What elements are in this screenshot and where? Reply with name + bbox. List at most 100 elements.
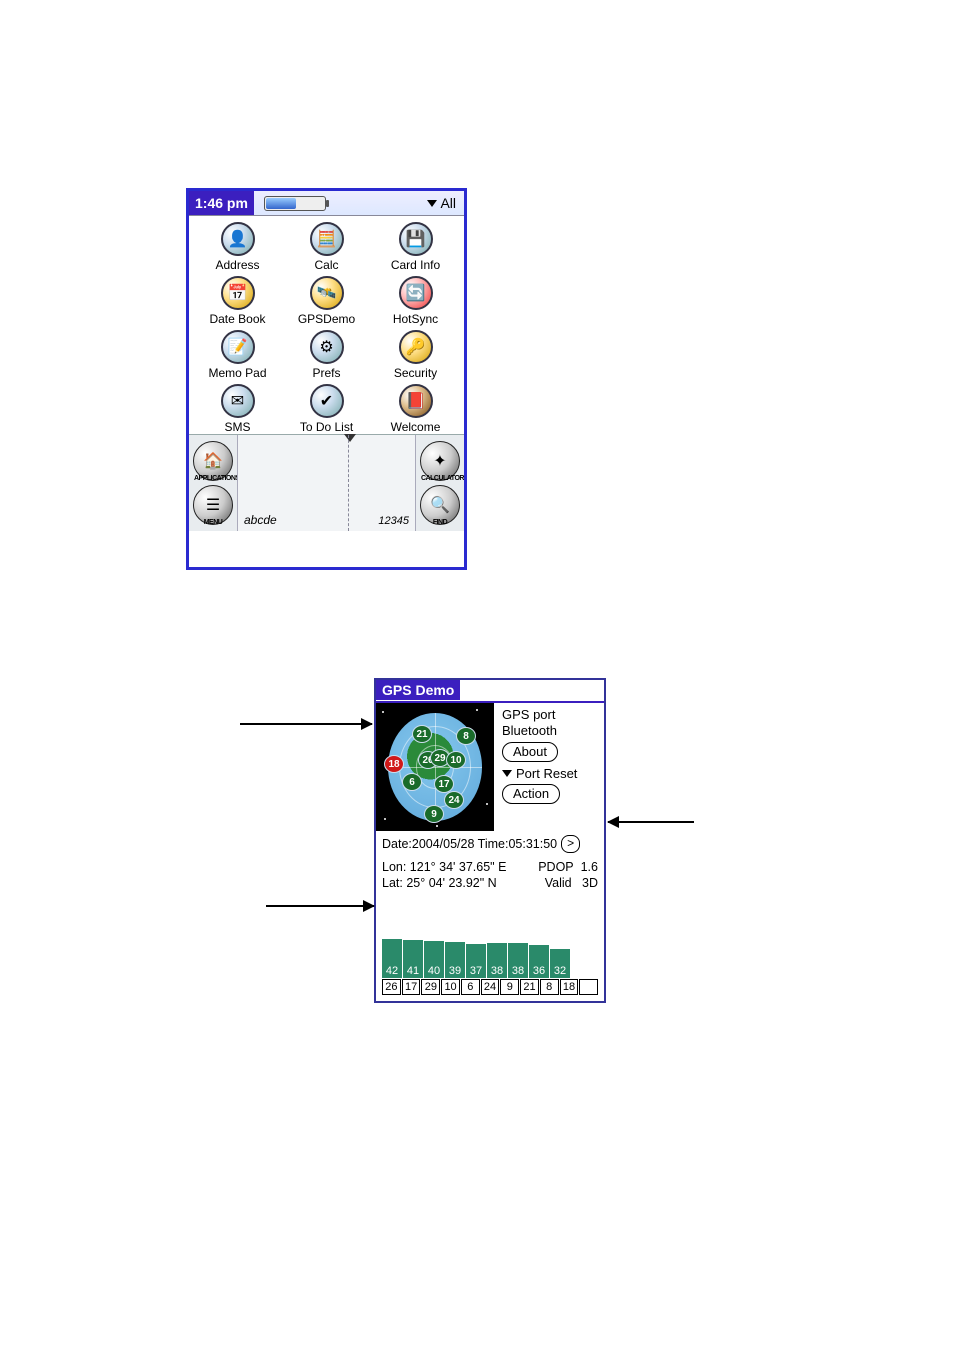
valid-label: Valid bbox=[545, 876, 572, 890]
silk-area: 🏠 APPLICATIONS ☰ MENU abcde 12345 ✦ CALC… bbox=[189, 434, 464, 531]
action-button[interactable]: Action bbox=[502, 784, 560, 804]
app-label: Card Info bbox=[391, 258, 440, 272]
signal-bar: 41 bbox=[403, 940, 423, 978]
app-calc[interactable]: 🧮 Calc bbox=[282, 222, 371, 272]
signal-bar: 42 bbox=[382, 939, 402, 978]
battery-indicator bbox=[264, 196, 326, 211]
satellite-marker: 6 bbox=[402, 773, 422, 791]
app-label: Calc bbox=[314, 258, 338, 272]
next-button[interactable]: > bbox=[561, 835, 580, 853]
about-button[interactable]: About bbox=[502, 742, 558, 762]
pdop-value: 1.6 bbox=[581, 860, 598, 874]
silk-label: APPLICATIONS bbox=[194, 475, 232, 482]
silk-calculator-button[interactable]: ✦ CALCULATOR bbox=[420, 441, 460, 481]
graffiti-area[interactable]: abcde 12345 bbox=[237, 435, 416, 531]
gps-controls: GPS port Bluetooth About Port Reset Acti… bbox=[494, 703, 604, 831]
signal-bar: 39 bbox=[445, 942, 465, 978]
satellite-marker: 21 bbox=[412, 725, 432, 743]
sms-icon: ✉ bbox=[221, 384, 255, 418]
gpsdemo-icon: 🛰️ bbox=[310, 276, 344, 310]
signal-bar: 36 bbox=[529, 945, 549, 978]
satellite-id-cell: 29 bbox=[421, 979, 440, 995]
app-welcome[interactable]: 📕 Welcome bbox=[371, 384, 460, 434]
app-hotsync[interactable]: 🔄 HotSync bbox=[371, 276, 460, 326]
satellite-sky-view: 21818262910617249 bbox=[376, 703, 494, 831]
gps-longitude: Lon: 121° 34' 37.65" E bbox=[382, 859, 506, 875]
calc-icon: 🧮 bbox=[310, 222, 344, 256]
satellite-id-cell: 21 bbox=[520, 979, 539, 995]
app-prefs[interactable]: ⚙ Prefs bbox=[282, 330, 371, 380]
app-label: SMS bbox=[224, 420, 250, 434]
launcher-grid: 👤 Address 🧮 Calc 💾 Card Info 📅 Date Book… bbox=[189, 216, 464, 434]
app-label: Memo Pad bbox=[208, 366, 266, 380]
chevron-down-icon bbox=[502, 770, 512, 777]
category-picker[interactable]: All bbox=[427, 195, 464, 211]
hotsync-icon: 🔄 bbox=[399, 276, 433, 310]
signal-bar: 32 bbox=[550, 949, 570, 978]
app-label: GPSDemo bbox=[298, 312, 355, 326]
graffiti-alpha-label: abcde bbox=[244, 513, 277, 527]
prefs-icon: ⚙ bbox=[310, 330, 344, 364]
gps-latitude: Lat: 25° 04' 23.92" N bbox=[382, 875, 497, 891]
app-cardinfo[interactable]: 💾 Card Info bbox=[371, 222, 460, 272]
app-datebook[interactable]: 📅 Date Book bbox=[193, 276, 282, 326]
launcher-header: 1:46 pm All bbox=[189, 191, 464, 216]
silk-label: MENU bbox=[194, 519, 232, 526]
silk-menu-button[interactable]: ☰ MENU bbox=[193, 485, 233, 525]
satellite-id-cell: 17 bbox=[402, 979, 421, 995]
app-label: Welcome bbox=[391, 420, 441, 434]
app-sms[interactable]: ✉ SMS bbox=[193, 384, 282, 434]
silk-applications-button[interactable]: 🏠 APPLICATIONS bbox=[193, 441, 233, 481]
satellite-marker: 10 bbox=[446, 751, 466, 769]
signal-bar: 40 bbox=[424, 941, 444, 978]
gps-port-value: Bluetooth bbox=[502, 723, 600, 739]
app-security[interactable]: 🔑 Security bbox=[371, 330, 460, 380]
gps-titlebar: GPS Demo bbox=[376, 680, 604, 703]
gps-datetime: Date:2004/05/28 Time:05:31:50 bbox=[382, 836, 557, 852]
signal-bar: 37 bbox=[466, 944, 486, 978]
address-icon: 👤 bbox=[221, 222, 255, 256]
graffiti-num-label: 12345 bbox=[378, 515, 409, 527]
gps-status-block: Date:2004/05/28 Time:05:31:50 > Lon: 121… bbox=[376, 831, 604, 891]
satellite-marker: 9 bbox=[424, 805, 444, 823]
signal-bar: 38 bbox=[508, 943, 528, 978]
app-label: To Do List bbox=[300, 420, 353, 434]
signal-bar: 38 bbox=[487, 943, 507, 978]
clock[interactable]: 1:46 pm bbox=[189, 191, 254, 215]
satellite-id-cell: 6 bbox=[461, 979, 480, 995]
cardinfo-icon: 💾 bbox=[399, 222, 433, 256]
app-memopad[interactable]: 📝 Memo Pad bbox=[193, 330, 282, 380]
satellite-marker: 24 bbox=[444, 791, 464, 809]
app-label: Prefs bbox=[312, 366, 340, 380]
satellite-marker: 8 bbox=[456, 727, 476, 745]
gps-port-label: GPS port bbox=[502, 707, 600, 723]
satellite-id-cell bbox=[579, 979, 598, 995]
chevron-down-icon bbox=[427, 200, 437, 207]
silk-find-button[interactable]: 🔍 FIND bbox=[420, 485, 460, 525]
silk-label: FIND bbox=[421, 519, 459, 526]
palm-launcher-window: 1:46 pm All 👤 Address 🧮 Calc 💾 Card Info… bbox=[186, 188, 467, 570]
category-label: All bbox=[440, 195, 456, 211]
port-reset-dropdown[interactable]: Port Reset bbox=[502, 766, 600, 782]
satellite-marker: 18 bbox=[384, 755, 404, 773]
valid-value: 3D bbox=[582, 876, 598, 890]
graffiti-marker-icon bbox=[344, 434, 356, 442]
memopad-icon: 📝 bbox=[221, 330, 255, 364]
satellite-id-cell: 10 bbox=[441, 979, 460, 995]
satellite-id-cell: 26 bbox=[382, 979, 401, 995]
satellite-id-cell: 8 bbox=[540, 979, 559, 995]
satellite-id-cell: 18 bbox=[560, 979, 579, 995]
satellite-id-cell: 9 bbox=[500, 979, 519, 995]
callout-arrow-skyview bbox=[240, 723, 372, 725]
satellite-id-cell: 24 bbox=[481, 979, 500, 995]
app-address[interactable]: 👤 Address bbox=[193, 222, 282, 272]
app-gpsdemo[interactable]: 🛰️ GPSDemo bbox=[282, 276, 371, 326]
gps-title: GPS Demo bbox=[376, 680, 460, 700]
app-label: Address bbox=[215, 258, 259, 272]
battery-fill bbox=[266, 198, 296, 209]
gps-demo-window: GPS Demo 21818262910617249 GPS port Blue… bbox=[374, 678, 606, 1003]
app-label: Date Book bbox=[209, 312, 265, 326]
app-todolist[interactable]: ✔ To Do List bbox=[282, 384, 371, 434]
welcome-icon: 📕 bbox=[399, 384, 433, 418]
callout-arrow-action bbox=[608, 821, 694, 823]
